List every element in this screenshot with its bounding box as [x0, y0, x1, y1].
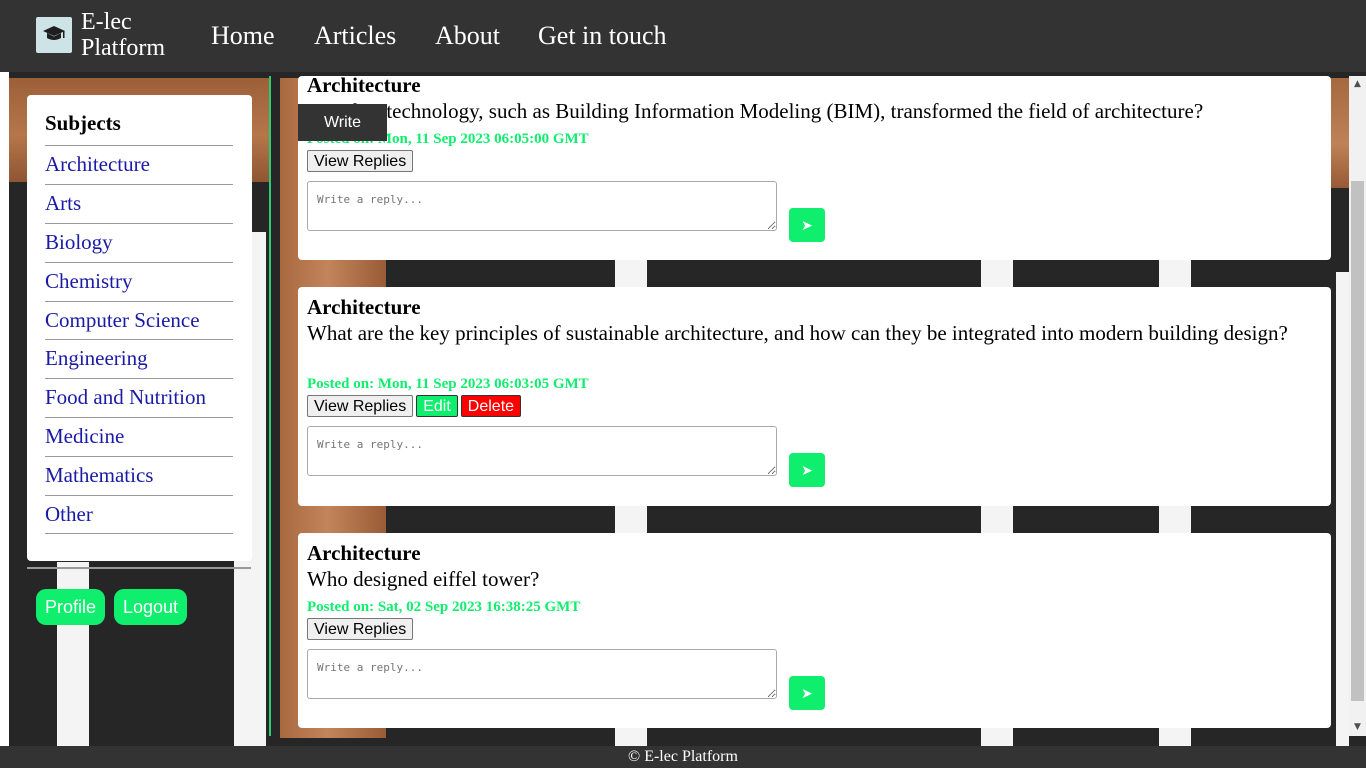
- subject-link[interactable]: Medicine: [45, 424, 124, 448]
- reply-input[interactable]: [307, 649, 777, 699]
- background-pillar: [1336, 272, 1349, 746]
- view-replies-button[interactable]: View Replies: [307, 395, 414, 417]
- subject-item-food-and-nutrition: Food and Nutrition: [45, 378, 233, 417]
- subject-link[interactable]: Computer Science: [45, 308, 200, 332]
- post-subject: Architecture: [307, 295, 421, 319]
- subject-link[interactable]: Mathematics: [45, 463, 153, 487]
- subjects-list: Architecture Arts Biology Chemistry Comp…: [45, 145, 233, 534]
- post-card: Architecture How has technology, such as…: [298, 73, 1331, 260]
- subject-item-engineering: Engineering: [45, 339, 233, 378]
- post-subject: Architecture: [307, 73, 421, 97]
- subject-item-chemistry: Chemistry: [45, 261, 233, 301]
- post-date: Posted on: Sat, 02 Sep 2023 16:38:25 GMT: [307, 599, 581, 615]
- page-scrollbar[interactable]: ▲ ▼: [1349, 76, 1366, 736]
- send-icon: ➤: [801, 217, 813, 233]
- navbar: E-lec Platform Home Articles About Get i…: [0, 0, 1366, 72]
- post-actions: View Replies: [307, 150, 416, 172]
- post-question: Who designed eiffel tower?: [307, 567, 540, 591]
- post-question: What are the key principles of sustainab…: [307, 321, 1288, 345]
- scroll-down-icon[interactable]: ▼: [1349, 719, 1366, 736]
- sidebar-divider: [269, 76, 271, 736]
- write-button[interactable]: Write: [298, 104, 387, 141]
- subjects-sidebar: Subjects Architecture Arts Biology Chemi…: [27, 95, 252, 561]
- sidebar-separator: [27, 567, 251, 569]
- subject-link[interactable]: Biology: [45, 230, 113, 254]
- subject-item-computer-science: Computer Science: [45, 300, 233, 340]
- subject-item-other: Other: [45, 495, 233, 534]
- subject-link[interactable]: Food and Nutrition: [45, 385, 206, 409]
- subject-item-architecture: Architecture: [45, 145, 233, 184]
- sidebar-title: Subjects: [45, 111, 121, 135]
- post-card: Architecture What are the key principles…: [298, 287, 1331, 506]
- reply-input[interactable]: [307, 426, 777, 476]
- subject-link[interactable]: Arts: [45, 191, 81, 215]
- subject-link[interactable]: Other: [45, 502, 93, 526]
- subject-item-medicine: Medicine: [45, 417, 233, 456]
- brand-line-1: E-lec: [81, 9, 132, 35]
- footer: © E-lec Platform: [0, 746, 1366, 768]
- subject-item-mathematics: Mathematics: [45, 456, 233, 495]
- post-subject: Architecture: [307, 541, 421, 565]
- subject-link[interactable]: Engineering: [45, 346, 148, 370]
- post-date: Posted on: Mon, 11 Sep 2023 06:03:05 GMT: [307, 376, 589, 392]
- scrollbar-thumb[interactable]: [1351, 181, 1364, 701]
- logout-button[interactable]: Logout: [114, 589, 188, 625]
- delete-button[interactable]: Delete: [460, 395, 522, 417]
- subject-link[interactable]: Chemistry: [45, 269, 133, 293]
- post-actions: View Replies Edit Delete: [307, 395, 524, 417]
- edit-button[interactable]: Edit: [416, 395, 458, 417]
- post-card: Architecture Who designed eiffel tower? …: [298, 533, 1331, 728]
- view-replies-button[interactable]: View Replies: [307, 150, 414, 172]
- nav-home-link[interactable]: Home: [211, 21, 275, 51]
- send-icon: ➤: [801, 685, 813, 701]
- left-gutter: [0, 72, 9, 746]
- graduation-cap-icon[interactable]: [36, 17, 72, 53]
- send-reply-button[interactable]: ➤: [789, 208, 825, 242]
- subject-item-biology: Biology: [45, 222, 233, 262]
- nav-articles-link[interactable]: Articles: [314, 21, 396, 51]
- send-reply-button[interactable]: ➤: [789, 676, 825, 710]
- subject-item-arts: Arts: [45, 183, 233, 223]
- send-icon: ➤: [801, 462, 813, 478]
- subject-link[interactable]: Architecture: [45, 152, 150, 176]
- send-reply-button[interactable]: ➤: [789, 453, 825, 487]
- post-actions: View Replies: [307, 618, 416, 640]
- profile-button[interactable]: Profile: [36, 589, 106, 625]
- nav-about-link[interactable]: About: [435, 21, 500, 51]
- scroll-up-icon[interactable]: ▲: [1349, 76, 1366, 93]
- reply-input[interactable]: [307, 181, 777, 231]
- nav-get-in-touch-link[interactable]: Get in touch: [538, 21, 667, 51]
- brand-line-2: Platform: [81, 35, 165, 61]
- brand-name[interactable]: E-lec Platform: [81, 9, 165, 61]
- post-question: How has technology, such as Building Inf…: [307, 99, 1204, 123]
- view-replies-button[interactable]: View Replies: [307, 618, 414, 640]
